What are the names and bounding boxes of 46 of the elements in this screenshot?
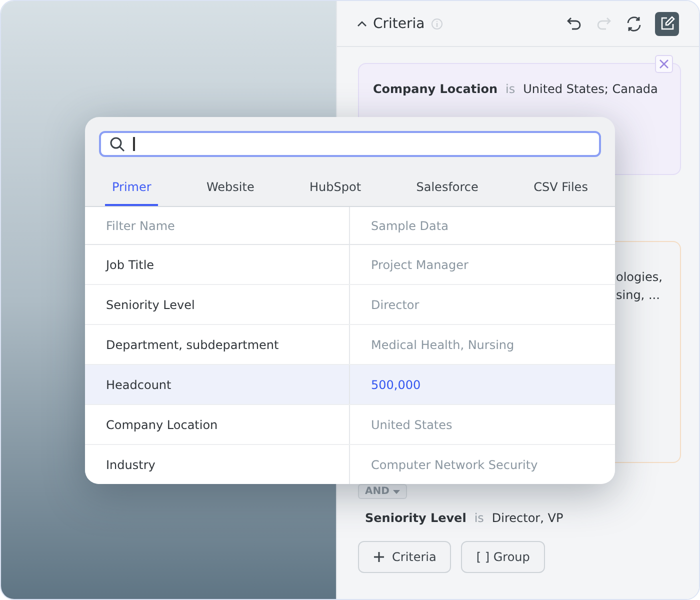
filter-row[interactable]: Company Location United States (85, 405, 615, 445)
add-criteria-button[interactable]: Criteria (358, 541, 452, 573)
criteria-value: United States; Canada (523, 82, 658, 96)
criteria-operator: is (506, 82, 516, 96)
source-tab[interactable]: CSV Files (526, 168, 595, 206)
sample-data: Computer Network Security (349, 445, 615, 484)
filter-row[interactable]: Seniority Level Director (85, 285, 615, 325)
close-button[interactable] (655, 55, 673, 73)
sample-data: United States (349, 405, 615, 444)
source-tab[interactable]: HubSpot (302, 168, 368, 206)
pencil-icon (660, 16, 674, 31)
filter-name: Department, subdepartment (105, 336, 280, 354)
criteria-field: Seniority Level (365, 511, 466, 525)
source-tab[interactable]: Salesforce (409, 168, 486, 206)
filter-row[interactable]: Industry Computer Network Security (85, 445, 615, 484)
filter-name: Job Title (104, 256, 156, 274)
text-cursor (133, 137, 134, 151)
panel-title: Criteria (373, 16, 425, 32)
criteria-operator: is (474, 511, 484, 525)
search-field[interactable] (99, 131, 601, 157)
criteria-text: ologies, (616, 270, 664, 284)
filter-name: Headcount (105, 376, 172, 394)
edit-button[interactable] (655, 12, 679, 36)
criteria-text: sing, ... (616, 288, 661, 302)
filter-name: Seniority Level (105, 296, 196, 314)
criteria-value: Director, VP (492, 511, 564, 525)
caret-icon (393, 490, 400, 494)
sample-data: Medical Health, Nursing (349, 325, 615, 364)
undo-icon[interactable] (565, 14, 583, 32)
refresh-icon[interactable] (625, 14, 643, 32)
search-icon (109, 136, 125, 152)
plus-icon (373, 551, 385, 563)
criteria-field: Company Location (373, 82, 498, 96)
filter-name: Company Location (105, 416, 219, 434)
column-header: Filter Name (105, 218, 176, 234)
sample-data: Director (349, 285, 615, 324)
sample-data: Project Manager (349, 245, 615, 284)
close-icon (659, 59, 669, 69)
filter-row[interactable]: Headcount 500,000 (85, 365, 615, 405)
filter-row[interactable]: Job Title Project Manager (85, 245, 615, 285)
sample-data: 500,000 (349, 365, 615, 404)
add-group-button[interactable]: [ ] Group (461, 541, 545, 573)
column-header: Sample Data (349, 207, 615, 244)
source-tab[interactable]: Website (200, 168, 262, 206)
collapse-caret-icon[interactable] (357, 20, 367, 26)
filter-name: Industry (105, 456, 156, 474)
